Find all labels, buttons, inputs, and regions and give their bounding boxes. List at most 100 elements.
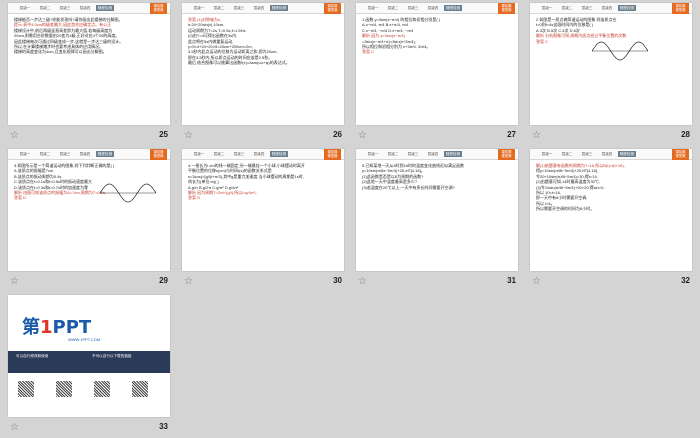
corner-badge: 课前篇 课堂篇 [150, 149, 167, 160]
slide-content: 答案 (1)对称轴为x, h:24+20sin(x),10cm, 运动周期为T=2s… [188, 17, 338, 121]
slide-tab: 层级一 [367, 152, 379, 156]
slide-transition-star-icon[interactable]: ☆ [532, 130, 541, 141]
slide-thumbnail[interactable]: 层级一 层级二 层级三 层级四 随堂检测 课前篇 课堂篇 3.如图所示是一个简谐运动的图象,则… [8, 149, 170, 271]
slide-tab: 层级二 [39, 152, 51, 156]
slide-tab-bar: 层级一 层级二 层级三 层级四 随堂检测 课前篇 课堂篇 [8, 149, 170, 160]
slide-thumbnail[interactable]: 层级一 层级二 层级三 层级四 随堂检测 课前篇 课堂篇 4.一根长为l cm的线一端固定,另… [182, 149, 344, 271]
wave-graph-icon [591, 41, 649, 61]
slide-footer: ☆ 33 [8, 421, 170, 435]
slide-footer: ☆ 32 [530, 275, 692, 289]
corner-badge: 课前篇 课堂篇 [498, 3, 515, 14]
slide-transition-star-icon[interactable]: ☆ [10, 276, 19, 287]
slide-content: 楼梯能否一步达三级?你能发现吗?请你画出此楼梯的分解图。 提示:表中4.0cm的级… [14, 17, 164, 121]
corner-badge: 课前篇 课堂篇 [324, 3, 341, 14]
slide-transition-star-icon[interactable]: ☆ [10, 422, 19, 433]
slide-transition-star-icon[interactable]: ☆ [184, 276, 193, 287]
slide-tab: 随堂检测 [270, 5, 288, 11]
slide-thumbnail[interactable]: 层级一 层级二 层级三 层级四 随堂检测 课前篇 课堂篇 5.已知某地一天从4时到16时的温度… [356, 149, 518, 271]
slide-tab: 层级三 [407, 6, 419, 10]
slide-tab: 层级三 [233, 6, 245, 10]
slide-tab: 层级二 [561, 6, 573, 10]
slide-tab: 层级三 [407, 152, 419, 156]
slide-tab: 层级一 [193, 152, 205, 156]
slide-tab: 随堂检测 [618, 5, 636, 11]
slide-tab: 层级一 [541, 152, 553, 156]
slide-text-line: (3)若温度在20℃以上,一天中有多长时间需要开空调? [362, 184, 455, 190]
slide-number: 32 [681, 276, 690, 285]
slide-thumbnail[interactable]: 层级一 层级二 层级三 层级四 随堂检测 课前篇 课堂篇 楼梯能否一步达三级?你能发现吗?请… [8, 3, 170, 125]
slide-transition-star-icon[interactable]: ☆ [10, 130, 19, 141]
corner-badge: 课前篇 课堂篇 [324, 149, 341, 160]
ppt-ad-slide: 第1PPT WWW.1PPT.COM 可以自行修改和使用 不可以自行以下载的链接 [8, 295, 170, 417]
slide-tab: 随堂检测 [618, 151, 636, 157]
slide-tab-bar: 层级一 层级二 层级三 层级四 随堂检测 课前篇 课堂篇 [182, 3, 344, 14]
slide-thumbnail-cell[interactable]: 层级一 层级二 层级三 层级四 随堂检测 课前篇 课堂篇 3.如图所示是一个简谐运动的图象,则… [2, 146, 176, 292]
slide-tab: 层级三 [581, 6, 593, 10]
slide-tab-bar: 层级一 层级二 层级三 层级四 随堂检测 课前篇 课堂篇 [530, 149, 692, 160]
slide-tab: 层级四 [601, 6, 613, 10]
slide-number: 28 [681, 130, 690, 139]
slide-thumbnail[interactable]: 层级一 层级二 层级三 层级四 随堂检测 课前篇 课堂篇 答案 (1)对称轴为x, h:24+2… [182, 3, 344, 125]
slide-thumbnail-cell[interactable]: 层级一 层级二 层级三 层级四 随堂检测 课前篇 课堂篇 5.已知某地一天从4时到16时的温度… [350, 146, 524, 292]
slide-tab: 层级二 [387, 152, 399, 156]
slide-content: 3.如图所示是一个简谐运动的图象,则下列判断正确的是( ) A.该质点的振幅是7c… [14, 163, 164, 267]
slide-tab: 随堂检测 [444, 151, 462, 157]
slide-transition-star-icon[interactable]: ☆ [184, 130, 193, 141]
slide-thumbnail-cell[interactable]: 层级一 层级二 层级三 层级四 随堂检测 课前篇 课堂篇 2.如图是一质点做简谐运动的图象,则… [524, 0, 698, 146]
corner-badge: 课前篇 课堂篇 [672, 3, 689, 14]
slide-thumbnail-cell[interactable]: 层级一 层级二 层级三 层级四 随堂检测 课前篇 课堂篇 4.一根长为l cm的线一端固定,另… [176, 146, 350, 292]
slide-transition-star-icon[interactable]: ☆ [358, 276, 367, 287]
slide-tab: 层级一 [19, 152, 31, 156]
slide-tab: 层级一 [193, 6, 205, 10]
slide-tab: 层级二 [561, 152, 573, 156]
slide-thumbnail-cell[interactable]: 层级一 层级二 层级三 层级四 随堂检测 课前篇 课堂篇 1.函数 y=3sin(x−π/4)… [350, 0, 524, 146]
slide-footer: ☆ 27 [356, 129, 518, 143]
slide-content: 5.已知某地一天从4时到16时的温度变化曲线近似满足函数 y=10sin(π/8x… [362, 163, 512, 267]
ppt-url: WWW.1PPT.COM [68, 337, 101, 342]
slide-tab: 层级一 [541, 6, 553, 10]
slide-tab: 层级三 [581, 152, 593, 156]
slide-tab: 层级四 [427, 152, 439, 156]
slide-tab-bar: 层级一 层级二 层级三 层级四 随堂检测 课前篇 课堂篇 [356, 149, 518, 160]
slide-footer: ☆ 28 [530, 129, 692, 143]
slide-tab: 层级四 [253, 6, 265, 10]
slide-tab-bar: 层级一 层级二 层级三 层级四 随堂检测 课前篇 课堂篇 [8, 3, 170, 14]
band-right-text: 不可以自行以下载的链接 [92, 354, 132, 358]
corner-badge: 课前篇 课堂篇 [672, 149, 689, 160]
slide-thumbnail[interactable]: 第1PPT WWW.1PPT.COM 可以自行修改和使用 不可以自行以下载的链接 [8, 295, 170, 417]
slide-tab: 层级三 [233, 152, 245, 156]
slide-tab: 层级四 [79, 6, 91, 10]
ppt-info-band: 可以自行修改和使用 不可以自行以下载的链接 [8, 351, 170, 373]
corner-badge: 课前篇 课堂篇 [150, 3, 167, 14]
slide-tab: 层级四 [427, 6, 439, 10]
slide-tab-bar: 层级一 层级二 层级三 层级四 随堂检测 课前篇 课堂篇 [356, 3, 518, 14]
slide-number: 26 [333, 130, 342, 139]
slide-footer: ☆ 26 [182, 129, 344, 143]
slide-thumbnail[interactable]: 层级一 层级二 层级三 层级四 随堂检测 课前篇 课堂篇 解(1)依题意有函数的周期为T=16… [530, 149, 692, 271]
slide-tab: 层级二 [213, 152, 225, 156]
slide-tab: 层级一 [19, 6, 31, 10]
corner-badge: 课前篇 课堂篇 [498, 149, 515, 160]
slide-thumbnail[interactable]: 层级一 层级二 层级三 层级四 随堂检测 课前篇 课堂篇 2.如图是一质点做简谐运动的图象,则… [530, 3, 692, 125]
slide-thumbnail-cell[interactable]: 层级一 层级二 层级三 层级四 随堂检测 课前篇 课堂篇 解(1)依题意有函数的周期为T=16… [524, 146, 698, 292]
slide-transition-star-icon[interactable]: ☆ [358, 130, 367, 141]
slide-number: 25 [159, 130, 168, 139]
slide-tab: 随堂检测 [96, 5, 114, 11]
slide-transition-star-icon[interactable]: ☆ [532, 276, 541, 287]
slide-tab-bar: 层级一 层级二 层级三 层级四 随堂检测 课前篇 课堂篇 [530, 3, 692, 14]
slide-tab: 层级三 [59, 152, 71, 156]
slide-number: 27 [507, 130, 516, 139]
slide-text-line: 答案 C [362, 49, 374, 55]
ppt-logo: 第1PPT [22, 317, 92, 338]
slide-thumbnail-cell[interactable]: 第1PPT WWW.1PPT.COM 可以自行修改和使用 不可以自行以下载的链接 ☆ 33 [2, 292, 176, 438]
slide-tab: 层级一 [367, 6, 379, 10]
band-left-text: 可以自行修改和使用 [16, 354, 49, 358]
slide-thumbnail-cell[interactable]: 层级一 层级二 层级三 层级四 随堂检测 课前篇 课堂篇 楼梯能否一步达三级?你能发现吗?请… [2, 0, 176, 146]
slide-text-line: 答案 D [188, 195, 200, 201]
slide-number: 33 [159, 422, 168, 431]
slide-thumbnail[interactable]: 层级一 层级二 层级三 层级四 随堂检测 课前篇 课堂篇 1.函数 y=3sin(x−π/4)… [356, 3, 518, 125]
slide-sorter-grid: 层级一 层级二 层级三 层级四 随堂检测 课前篇 课堂篇 楼梯能否一步达三级?你能发现吗?请… [0, 0, 700, 433]
slide-footer: ☆ 25 [8, 129, 170, 143]
slide-thumbnail-cell[interactable]: 层级一 层级二 层级三 层级四 随堂检测 课前篇 课堂篇 答案 (1)对称轴为x, h:24+2… [176, 0, 350, 146]
slide-footer: ☆ 29 [8, 275, 170, 289]
